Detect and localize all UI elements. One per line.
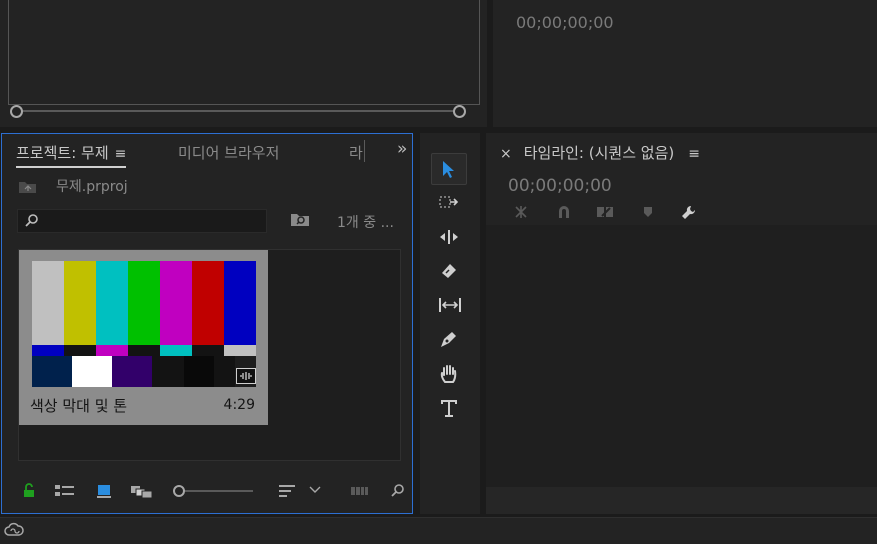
- folder-up-icon[interactable]: [18, 179, 38, 194]
- project-file-name: 무제.prproj: [56, 179, 128, 195]
- color-bar-mid: [96, 345, 128, 356]
- automate-to-sequence-icon[interactable]: [350, 483, 370, 499]
- scrollbar-right-handle[interactable]: [453, 105, 466, 118]
- track-select-icon: [439, 196, 459, 208]
- color-bar: [64, 261, 96, 345]
- snap-magnet-icon[interactable]: [556, 204, 572, 220]
- color-bar-bottom: [32, 356, 72, 387]
- scrollbar-left-handle[interactable]: [10, 105, 23, 118]
- pen-tool[interactable]: [431, 324, 465, 354]
- chevron-down-icon[interactable]: [309, 486, 321, 494]
- track-select-tool[interactable]: [431, 188, 465, 218]
- razor-tool[interactable]: [431, 256, 465, 286]
- clip-duration: 4:29: [223, 397, 255, 413]
- status-bar: [0, 517, 877, 544]
- timeline-timecode[interactable]: 00;00;00;00: [508, 176, 612, 196]
- color-bar: [32, 261, 64, 345]
- color-bar-bottom: [152, 356, 184, 387]
- selection-tool[interactable]: [431, 153, 467, 185]
- ripple-edit-icon: [440, 230, 458, 244]
- find-in-bin-icon[interactable]: [290, 211, 310, 227]
- color-bar-mid: [160, 345, 192, 356]
- program-monitor-panel: 00;00;00;00: [493, 0, 877, 127]
- timeline-tracks-area[interactable]: [486, 225, 877, 487]
- tools-panel: [420, 133, 480, 514]
- panel-menu-icon[interactable]: ≡: [688, 146, 700, 162]
- color-bar: [224, 261, 256, 345]
- list-view-icon[interactable]: [54, 483, 76, 499]
- slip-icon: [439, 298, 461, 312]
- tab-project[interactable]: 프로젝트: 무제 ≡: [16, 142, 127, 168]
- tab-divider: [364, 140, 365, 162]
- color-bar: [96, 261, 128, 345]
- color-bar: [128, 261, 160, 345]
- wrench-icon[interactable]: [680, 204, 698, 222]
- tab-libraries[interactable]: 라: [349, 142, 363, 163]
- find-icon[interactable]: [390, 483, 406, 499]
- search-input[interactable]: [17, 209, 267, 233]
- item-count: 1개 중 ...: [337, 215, 394, 231]
- timeline-scroll-strip[interactable]: [486, 487, 877, 514]
- zoom-slider-track[interactable]: [185, 490, 253, 492]
- hand-icon: [440, 365, 457, 383]
- timeline-title: 타임라인: (시퀀스 없음): [523, 144, 675, 162]
- source-monitor-frame: [8, 0, 480, 105]
- linked-selection-icon[interactable]: [596, 204, 616, 220]
- color-bar-mid: [128, 345, 160, 356]
- clip-thumbnail[interactable]: 색상 막대 및 톤 4:29: [19, 250, 268, 425]
- type-tool[interactable]: [431, 392, 465, 422]
- timeline-tab[interactable]: × 타임라인: (시퀀스 없음) ≡: [500, 142, 700, 163]
- type-icon: [441, 400, 457, 417]
- creative-cloud-icon[interactable]: [4, 522, 24, 538]
- add-marker-icon[interactable]: [642, 205, 654, 219]
- color-bar: [160, 261, 192, 345]
- timeline-panel: × 타임라인: (시퀀스 없음) ≡ 00;00;00;00: [486, 133, 877, 514]
- timeline-toolbar: [512, 204, 712, 222]
- tab-project-label: 프로젝트: 무제: [16, 144, 109, 162]
- project-panel: 프로젝트: 무제 ≡ 미디어 브라우저 라 » 무제.prproj 1개 중 ..…: [1, 133, 413, 514]
- source-monitor-panel: [0, 0, 487, 127]
- color-bars-image: [32, 261, 256, 387]
- close-icon[interactable]: ×: [500, 146, 512, 162]
- color-bar: [192, 261, 224, 345]
- tab-overflow-icon[interactable]: »: [397, 139, 407, 159]
- sort-icon[interactable]: [278, 483, 296, 499]
- project-footer-toolbar: [16, 479, 406, 505]
- color-bar-bottom: [112, 356, 152, 387]
- lock-icon[interactable]: [22, 483, 36, 499]
- nest-sequences-icon[interactable]: [512, 204, 530, 220]
- audio-waveform-icon: [236, 368, 256, 384]
- razor-icon: [442, 264, 456, 278]
- search-icon: [25, 214, 38, 227]
- hand-tool[interactable]: [431, 358, 465, 388]
- ripple-edit-tool[interactable]: [431, 222, 465, 252]
- color-bar-bottom: [72, 356, 112, 387]
- pen-icon: [441, 332, 456, 347]
- icon-view-icon[interactable]: [96, 483, 112, 499]
- freeform-view-icon[interactable]: [130, 483, 154, 499]
- program-timecode[interactable]: 00;00;00;00: [516, 13, 614, 32]
- panel-menu-icon[interactable]: ≡: [115, 146, 127, 162]
- slip-tool[interactable]: [431, 290, 465, 320]
- color-bar-mid: [64, 345, 96, 356]
- color-bar-mid: [32, 345, 64, 356]
- color-bar-mid: [224, 345, 256, 356]
- clip-name: 색상 막대 및 톤: [30, 397, 128, 415]
- color-bar-mid: [192, 345, 224, 356]
- color-bar-bottom: [214, 356, 235, 387]
- tab-media-browser[interactable]: 미디어 브라우저: [178, 142, 279, 163]
- zoom-slider-handle[interactable]: [173, 485, 185, 497]
- color-bar-bottom: [184, 356, 214, 387]
- scrollbar-track[interactable]: [16, 110, 460, 112]
- arrow-pointer-icon: [443, 161, 454, 178]
- zoom-slider[interactable]: [170, 483, 254, 499]
- zoom-scrollbar[interactable]: [10, 105, 466, 118]
